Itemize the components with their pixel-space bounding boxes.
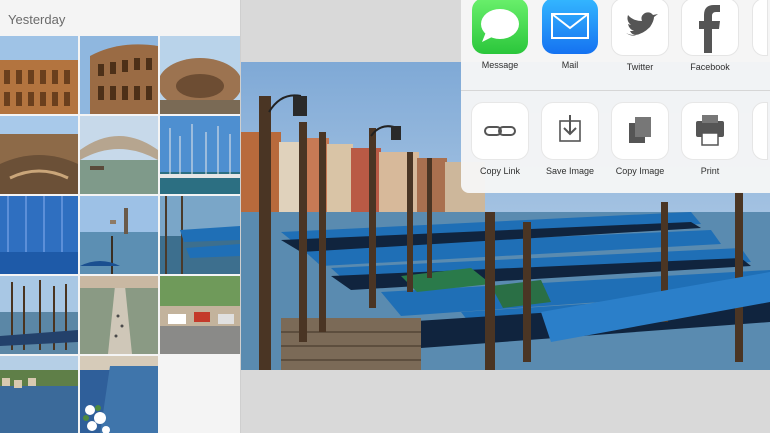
share-apps-row: Message Mail Twitter Facebook — [461, 0, 770, 91]
thumbnail-colosseum-interior[interactable] — [0, 116, 78, 194]
photos-panel: Yesterday — [0, 0, 241, 433]
charles-bridge-photo — [80, 276, 158, 354]
thumbnail-canal-flowers[interactable] — [80, 356, 158, 433]
share-twitter-button[interactable]: Twitter — [605, 0, 675, 72]
save-image-icon — [541, 102, 599, 160]
thumbnail-canal-houses[interactable] — [0, 356, 78, 433]
share-mail-button[interactable]: Mail — [535, 0, 605, 70]
save-image-button[interactable]: Save Image — [535, 102, 605, 176]
copy-link-button[interactable]: Copy Link — [465, 102, 535, 176]
colosseum-interior-photo — [0, 116, 78, 194]
colosseum-arches-photo — [80, 36, 158, 114]
gondola-poles-photo — [0, 276, 78, 354]
share-actions-row: Copy Link Save Image Copy Image Print — [461, 88, 770, 178]
link-icon — [471, 102, 529, 160]
colosseum-aerial-photo — [160, 36, 240, 114]
street-cars-photo — [160, 276, 240, 354]
thumbnail-charles-bridge[interactable] — [80, 276, 158, 354]
thumbnail-venice-lagoon[interactable] — [80, 196, 158, 274]
facebook-icon — [681, 0, 739, 56]
print-icon — [681, 102, 739, 160]
share-message-button[interactable]: Message — [465, 0, 535, 70]
canal-flowers-photo — [80, 356, 158, 433]
more-actions-icon[interactable] — [752, 102, 768, 160]
share-sheet: Message Mail Twitter Facebook Copy Link … — [461, 0, 770, 193]
share-facebook-button[interactable]: Facebook — [675, 0, 745, 72]
thumbnail-blue-gondolas[interactable] — [0, 196, 78, 274]
messages-icon — [472, 0, 528, 54]
thumbnail-bridge[interactable] — [80, 116, 158, 194]
thumbnail-colosseum-arches[interactable] — [80, 36, 158, 114]
harbor-masts-photo — [160, 116, 240, 194]
section-title: Yesterday — [8, 12, 66, 27]
copy-image-icon — [611, 102, 669, 160]
blue-gondolas-photo — [0, 196, 78, 274]
mail-icon — [542, 0, 598, 54]
thumbnail-gondola-poles[interactable] — [0, 276, 78, 354]
canal-houses-photo — [0, 356, 78, 433]
print-button[interactable]: Print — [675, 102, 745, 176]
colosseum-photo — [0, 36, 78, 114]
thumbnail-colosseum-aerial[interactable] — [160, 36, 240, 114]
twitter-icon — [611, 0, 669, 56]
copy-image-button[interactable]: Copy Image — [605, 102, 675, 176]
more-apps-icon[interactable] — [752, 0, 768, 56]
thumbnail-street-cars[interactable] — [160, 276, 240, 354]
venice-lagoon-photo — [80, 196, 158, 274]
thumbnail-harbor-masts[interactable] — [160, 116, 240, 194]
gondolas-dock-photo — [160, 196, 240, 274]
bridge-photo — [80, 116, 158, 194]
thumbnail-colosseum[interactable] — [0, 36, 78, 114]
thumbnail-gondolas-dock[interactable] — [160, 196, 240, 274]
